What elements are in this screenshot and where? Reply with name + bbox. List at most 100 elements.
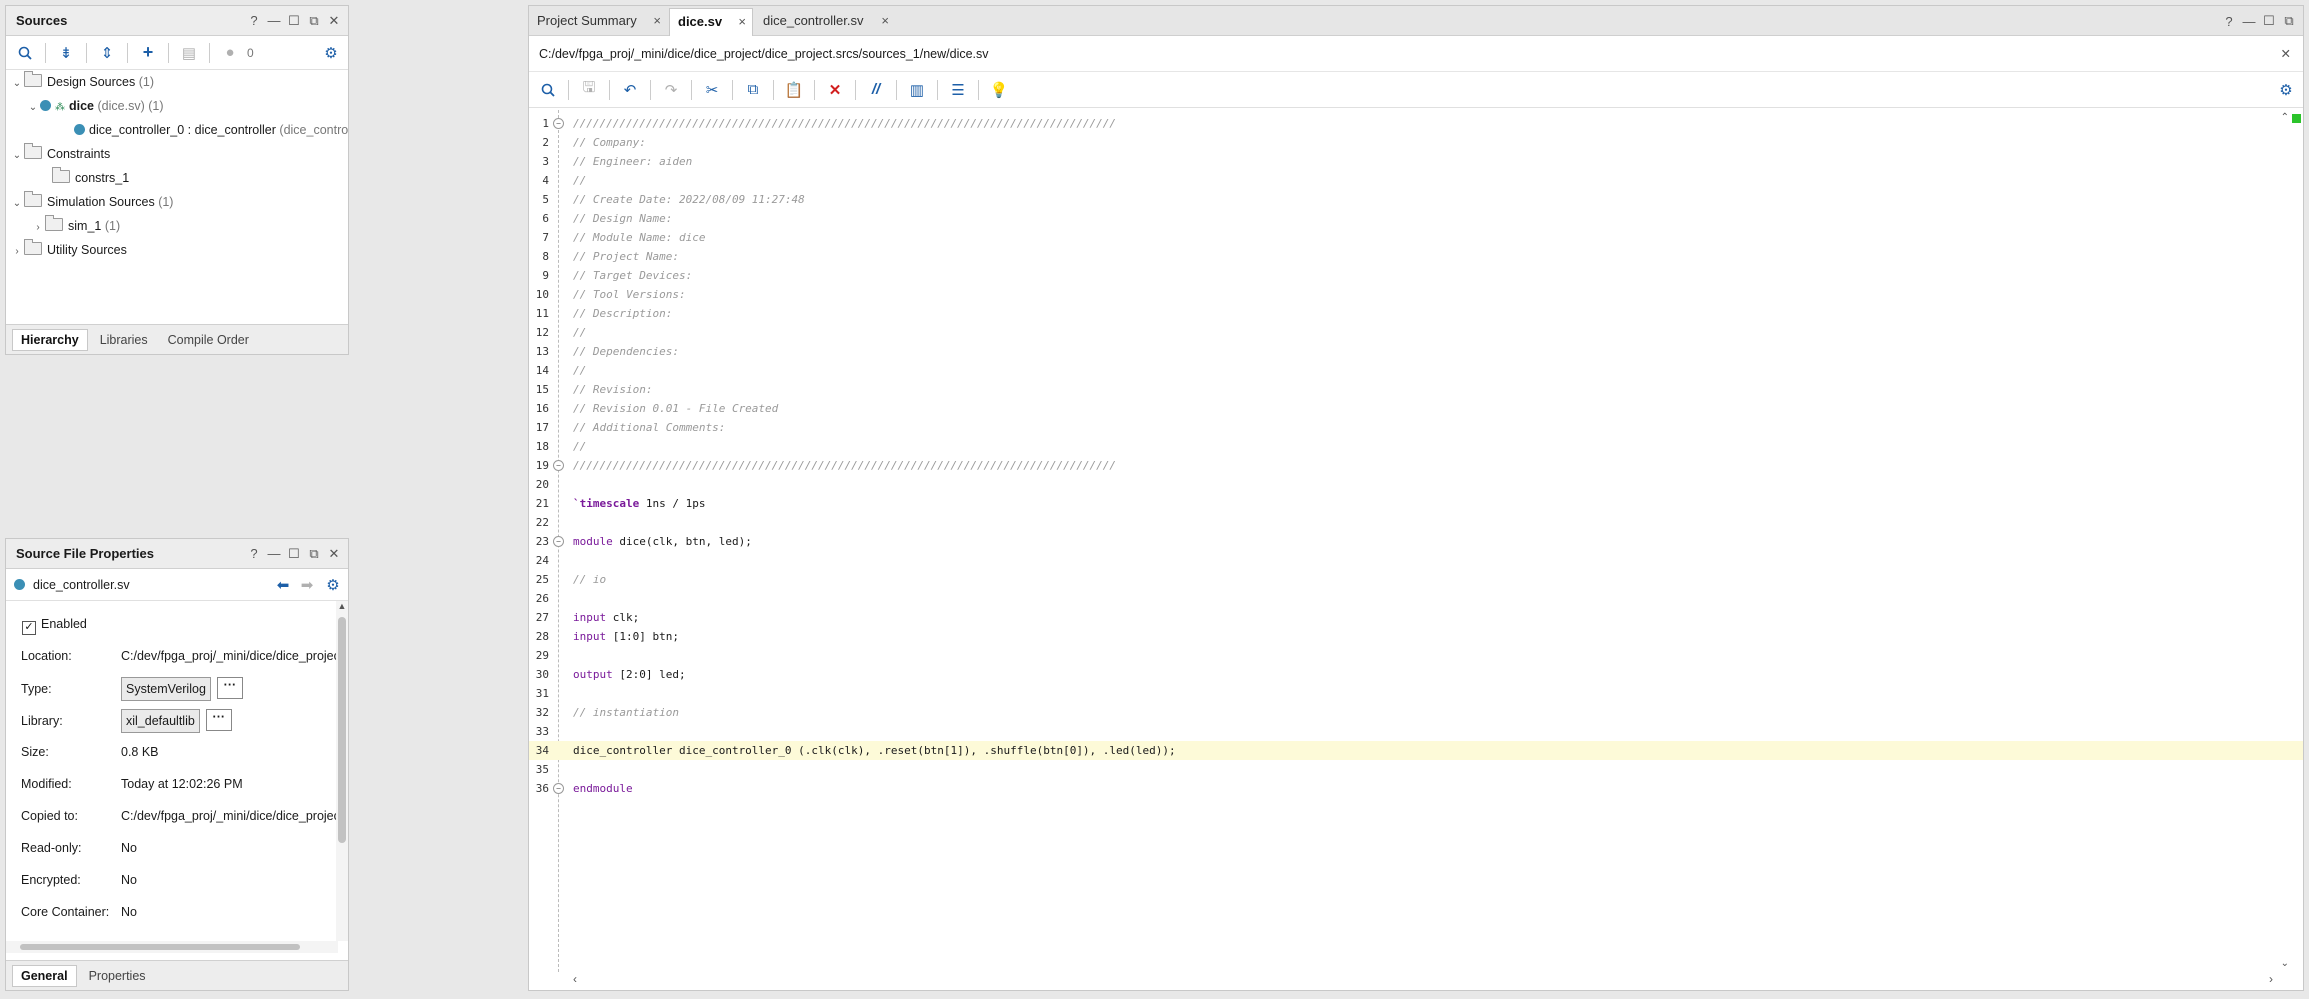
close-icon[interactable]: ✕ [326,6,342,36]
chevron-right-icon[interactable]: › [31,216,45,240]
search-icon[interactable] [535,77,561,103]
chevron-right-icon[interactable]: › [10,240,24,264]
tree-constraints[interactable]: ⌄ Constraints [10,142,110,166]
scroll-down-arrow[interactable]: ⌄ [2281,958,2289,969]
code-line[interactable]: 8 // Project Name: [529,247,2303,266]
code-line[interactable]: 17 // Additional Comments: [529,418,2303,437]
code-line[interactable]: 6 // Design Name: [529,209,2303,228]
code-line[interactable]: 14 // [529,361,2303,380]
code-line[interactable]: 34 dice_controller dice_controller_0 (.cl… [529,741,2303,760]
code-line[interactable]: 31 [529,684,2303,703]
tab-dice-sv[interactable]: dice.sv × [669,8,753,36]
settings-gear-icon[interactable]: ⚙ [320,572,346,598]
save-icon[interactable]: 🖫 [576,77,602,103]
float-icon[interactable]: ⧉ [306,6,322,36]
close-tab-icon[interactable]: × [653,8,661,34]
library-more-button[interactable]: ··· [205,709,232,731]
code-line[interactable]: 9 // Target Devices: [529,266,2303,285]
toggle-comment-icon[interactable]: // [863,77,889,103]
code-line[interactable]: 29 [529,646,2303,665]
copy-icon[interactable]: ⧉ [740,77,766,103]
close-icon[interactable]: ✕ [326,539,342,569]
chevron-down-icon[interactable]: ⌄ [10,192,24,216]
vertical-scrollbar[interactable]: ▲ [336,601,348,941]
help-icon[interactable]: ? [246,6,262,36]
forward-arrow-icon[interactable]: ➡ [294,572,320,598]
code-line[interactable]: 2 // Company: [529,133,2303,152]
type-more-button[interactable]: ··· [216,677,243,699]
lightbulb-icon[interactable]: 💡 [986,77,1012,103]
scroll-right-arrow[interactable]: › [2269,972,2273,986]
scroll-up-arrow[interactable]: ▲ [336,601,348,613]
tab-hierarchy[interactable]: Hierarchy [12,328,88,351]
scroll-thumb[interactable] [338,617,346,843]
collapse-all-icon[interactable]: ⇟ [53,40,79,66]
code-line[interactable]: 23− module dice(clk, btn, led); [529,532,2303,551]
help-icon[interactable]: ? [2221,14,2237,29]
column-view-icon[interactable]: ▥ [904,77,930,103]
close-tab-icon[interactable]: × [738,9,746,35]
code-line[interactable]: 30 output [2:0] led; [529,665,2303,684]
delete-icon[interactable]: ✕ [822,77,848,103]
maximize-icon[interactable]: ☐ [286,539,302,569]
horizontal-scrollbar[interactable]: ‹ › [573,972,2273,986]
back-arrow-icon[interactable]: ⬅ [270,572,296,598]
chevron-down-icon[interactable]: ⌄ [26,96,40,120]
code-line[interactable]: 36− endmodule [529,779,2303,798]
code-line[interactable]: 25 // io [529,570,2303,589]
tab-compile-order[interactable]: Compile Order [160,330,257,350]
tree-utility-sources[interactable]: › Utility Sources [10,238,127,262]
fold-minus-icon[interactable]: − [553,536,564,547]
enabled-checkbox[interactable]: ✓ [22,621,36,635]
tab-libraries[interactable]: Libraries [92,330,156,350]
scroll-h-thumb[interactable] [20,944,300,950]
code-line[interactable]: 15 // Revision: [529,380,2303,399]
code-line[interactable]: 4 // [529,171,2303,190]
tab-properties[interactable]: Properties [81,966,154,986]
settings-gear-icon[interactable]: ⚙ [2273,77,2299,103]
expand-all-icon[interactable]: ⇕ [94,40,120,66]
tree-design-sources[interactable]: ⌄ Design Sources (1) [10,70,154,94]
minimize-icon[interactable]: — [2241,14,2257,29]
tree-dice-controller[interactable]: dice_controller_0 : dice_controller (dic… [74,118,348,142]
close-tab-icon[interactable]: × [881,8,889,34]
undo-icon[interactable]: ↶ [617,77,643,103]
code-line[interactable]: 27 input clk; [529,608,2303,627]
code-line[interactable]: 5 // Create Date: 2022/08/09 11:27:48 [529,190,2303,209]
add-sources-icon[interactable]: + [135,40,161,66]
code-line[interactable]: 18 // [529,437,2303,456]
maximize-icon[interactable]: ☐ [2261,13,2277,29]
indent-icon[interactable]: ☰ [945,77,971,103]
tree-sim-1[interactable]: › sim_1 (1) [31,214,120,238]
code-line[interactable]: 26 [529,589,2303,608]
minimize-icon[interactable]: — [266,539,282,569]
chevron-down-icon[interactable]: ⌄ [10,144,24,168]
settings-gear-icon[interactable]: ⚙ [318,40,344,66]
document-icon[interactable]: ▤ [176,40,202,66]
redo-icon[interactable]: ↷ [658,77,684,103]
code-area[interactable]: 1−//////////////////////////////////////… [529,114,2303,798]
fold-minus-icon[interactable]: − [553,118,564,129]
search-icon[interactable] [12,40,38,66]
chevron-down-icon[interactable]: ⌄ [10,72,24,96]
code-line[interactable]: 32 // instantiation [529,703,2303,722]
code-line[interactable]: 13 // Dependencies: [529,342,2303,361]
paste-icon[interactable]: 📋 [781,77,807,103]
code-line[interactable]: 10 // Tool Versions: [529,285,2303,304]
minimize-icon[interactable]: — [266,6,282,36]
code-line[interactable]: 11 // Description: [529,304,2303,323]
tree-constrs-1[interactable]: constrs_1 [52,166,129,190]
fold-minus-icon[interactable]: − [553,783,564,794]
scroll-left-arrow[interactable]: ‹ [573,972,577,986]
scroll-up-arrow[interactable]: ⌃ [2281,112,2289,123]
horizontal-scrollbar[interactable] [6,941,338,953]
code-line[interactable]: 3 // Engineer: aiden [529,152,2303,171]
tab-general[interactable]: General [12,964,77,987]
tree-simulation-sources[interactable]: ⌄ Simulation Sources (1) [10,190,173,214]
tab-project-summary[interactable]: Project Summary × [529,8,667,36]
tree-dice[interactable]: ⌄ ⁂ dice (dice.sv) (1) [26,94,164,118]
code-line[interactable]: 20 [529,475,2303,494]
code-line[interactable]: 7 // Module Name: dice [529,228,2303,247]
code-line[interactable]: 19−/////////////////////////////////////… [529,456,2303,475]
tab-dice-controller-sv[interactable]: dice_controller.sv × [755,8,895,36]
